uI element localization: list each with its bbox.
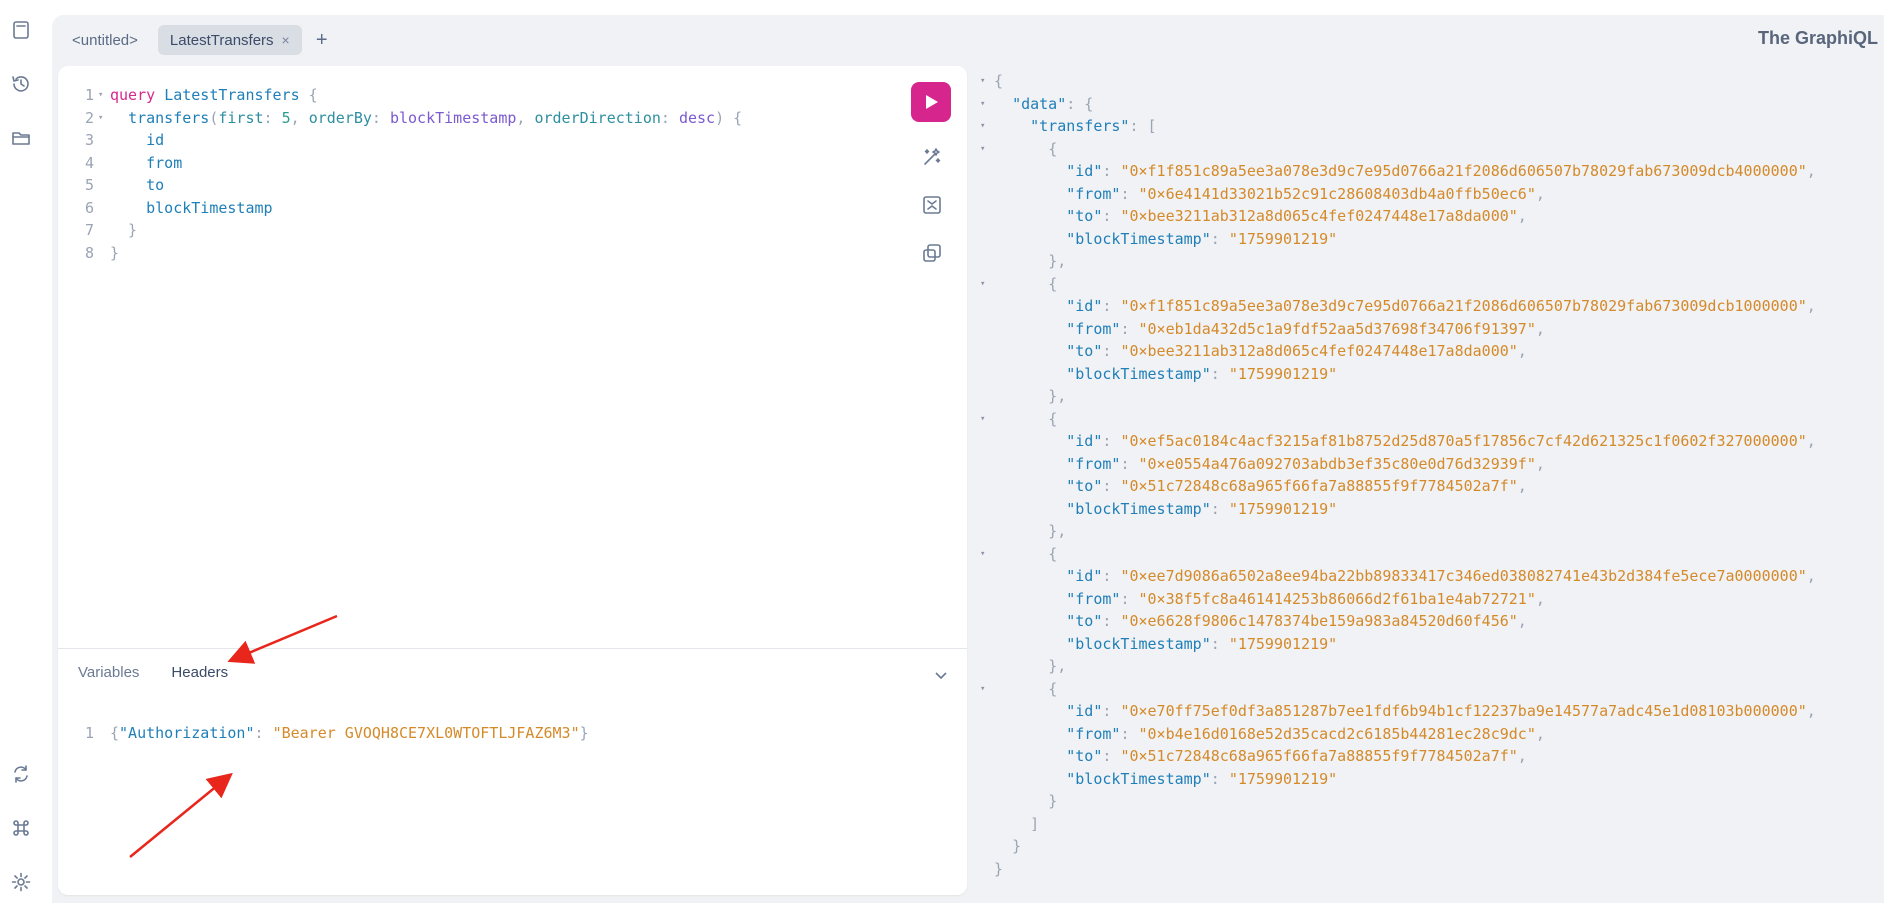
result-line: }, — [1048, 657, 1067, 675]
tab-variables[interactable]: Variables — [78, 664, 139, 681]
result-line: ▾ { — [980, 408, 1816, 431]
results-viewer[interactable]: ▾{▾ "data": {▾ "transfers": [▾ { "id": "… — [980, 70, 1816, 880]
result-line: "to": "0×bee3211ab312a8d065c4fef0247448e… — [1066, 342, 1527, 360]
close-tab-icon[interactable]: × — [282, 32, 290, 48]
history-icon[interactable] — [9, 72, 33, 96]
result-line: "to": "0×bee3211ab312a8d065c4fef0247448e… — [1066, 207, 1527, 225]
fold-arrow-icon[interactable]: ▾ — [980, 543, 994, 566]
result-line: "id": "0×f1f851c89a5ee3a078e3d9c7e95d076… — [1066, 162, 1816, 180]
result-line: "id": "0×ef5ac0184c4acf3215af81b8752d25d… — [1066, 432, 1816, 450]
tab-bar: <untitled> LatestTransfers × + — [60, 25, 334, 55]
result-line: "id": "0×e70ff75ef0df3a851287b7ee1fdf6b9… — [1066, 702, 1816, 720]
result-line: "blockTimestamp": "1759901219" — [1066, 229, 1338, 248]
execute-query-button[interactable] — [911, 82, 951, 122]
shortcuts-command-icon[interactable] — [9, 816, 33, 840]
result-line: "blockTimestamp": "1759901219" — [1066, 769, 1338, 788]
play-icon — [926, 95, 938, 109]
editor-divider — [58, 648, 967, 649]
tab-untitled[interactable]: <untitled> — [60, 25, 150, 55]
result-line: "blockTimestamp": "1759901219" — [1066, 634, 1338, 653]
fold-arrow-icon[interactable]: ▾ — [98, 107, 110, 130]
result-line: }, — [1048, 387, 1067, 405]
result-line: ▾ { — [980, 273, 1816, 296]
tab-latest-transfers[interactable]: LatestTransfers × — [157, 25, 302, 55]
add-tab-button[interactable]: + — [310, 25, 334, 55]
settings-gear-icon[interactable] — [9, 870, 33, 894]
result-line: }, — [1048, 252, 1067, 270]
copy-icon — [923, 244, 941, 262]
result-line: } — [1012, 837, 1022, 855]
result-line: ▾ { — [980, 678, 1816, 701]
result-line: "from": "0×eb1da432d5c1a9fdf52aa5d37698f… — [1066, 319, 1545, 338]
merge-fragments-button[interactable] — [919, 192, 945, 218]
collapse-tools-button[interactable] — [933, 667, 949, 683]
fold-arrow-icon[interactable]: ▾ — [980, 70, 994, 93]
result-line: ▾ { — [980, 543, 1816, 566]
result-line: }, — [1048, 522, 1067, 540]
fold-arrow-icon[interactable]: ▾ — [980, 115, 994, 138]
tab-headers[interactable]: Headers — [171, 664, 228, 681]
refetch-schema-icon[interactable] — [9, 762, 33, 786]
sidebar-rail — [0, 0, 42, 903]
fold-arrow-icon[interactable]: ▾ — [980, 408, 994, 431]
chevron-down-icon — [935, 672, 947, 680]
copy-query-button[interactable] — [919, 240, 945, 266]
result-line: "to": "0×e6628f9806c1478374be159a983a845… — [1066, 612, 1527, 630]
result-line: "blockTimestamp": "1759901219" — [1066, 364, 1338, 383]
docs-icon[interactable] — [9, 18, 33, 42]
result-line: } — [1048, 792, 1058, 810]
result-line: "id": "0×ee7d9086a6502a8ee94ba22bb898334… — [1066, 567, 1816, 585]
result-line: ▾{ — [980, 70, 1816, 93]
result-line: "from": "0×6e4141d33021b52c91c28608403db… — [1066, 184, 1545, 203]
magic-wand-icon — [924, 148, 941, 165]
prettify-button[interactable] — [919, 144, 945, 170]
result-line: "to": "0×51c72848c68a965f66fa7a88855f9f7… — [1066, 477, 1527, 495]
query-editor[interactable]: 1 ▾ query LatestTransfers { 2 ▾ transfers(f… — [78, 84, 742, 264]
result-line: "from": "0×e0554a476a092703abdb3ef35c80e… — [1066, 454, 1545, 473]
app-brand-title: The GraphiQL — [1757, 28, 1878, 48]
result-line: "to": "0×51c72848c68a965f66fa7a88855f9f7… — [1066, 747, 1527, 765]
result-line: ▾ "data": { — [980, 93, 1816, 116]
headers-editor[interactable]: 1{"Authorization": "Bearer GVOQH8CE7XL0W… — [78, 722, 589, 745]
result-line: ▾ "transfers": [ — [980, 115, 1816, 138]
explorer-folder-icon[interactable] — [9, 126, 33, 150]
fold-arrow-icon[interactable]: ▾ — [980, 138, 994, 161]
editor-tools-tabs: Variables Headers — [78, 664, 228, 681]
fold-arrow-icon[interactable]: ▾ — [980, 678, 994, 701]
result-line: "from": "0×38f5fc8a461414253b86066d2f61b… — [1066, 589, 1545, 608]
result-line: "from": "0×b4e16d0168e52d35cacd2c6185b44… — [1066, 724, 1545, 743]
fold-arrow-icon[interactable]: ▾ — [98, 84, 110, 107]
result-line: ] — [1030, 814, 1040, 833]
fold-arrow-icon[interactable]: ▾ — [980, 93, 994, 116]
query-editor-panel: 1 ▾ query LatestTransfers { 2 ▾ transfers(f… — [58, 66, 967, 895]
fold-arrow-icon[interactable]: ▾ — [980, 273, 994, 296]
result-line: ▾ { — [980, 138, 1816, 161]
result-line: } — [994, 859, 1004, 878]
result-line: "id": "0×f1f851c89a5ee3a078e3d9c7e95d076… — [1066, 297, 1816, 315]
merge-icon — [923, 196, 941, 214]
result-line: "blockTimestamp": "1759901219" — [1066, 499, 1338, 518]
